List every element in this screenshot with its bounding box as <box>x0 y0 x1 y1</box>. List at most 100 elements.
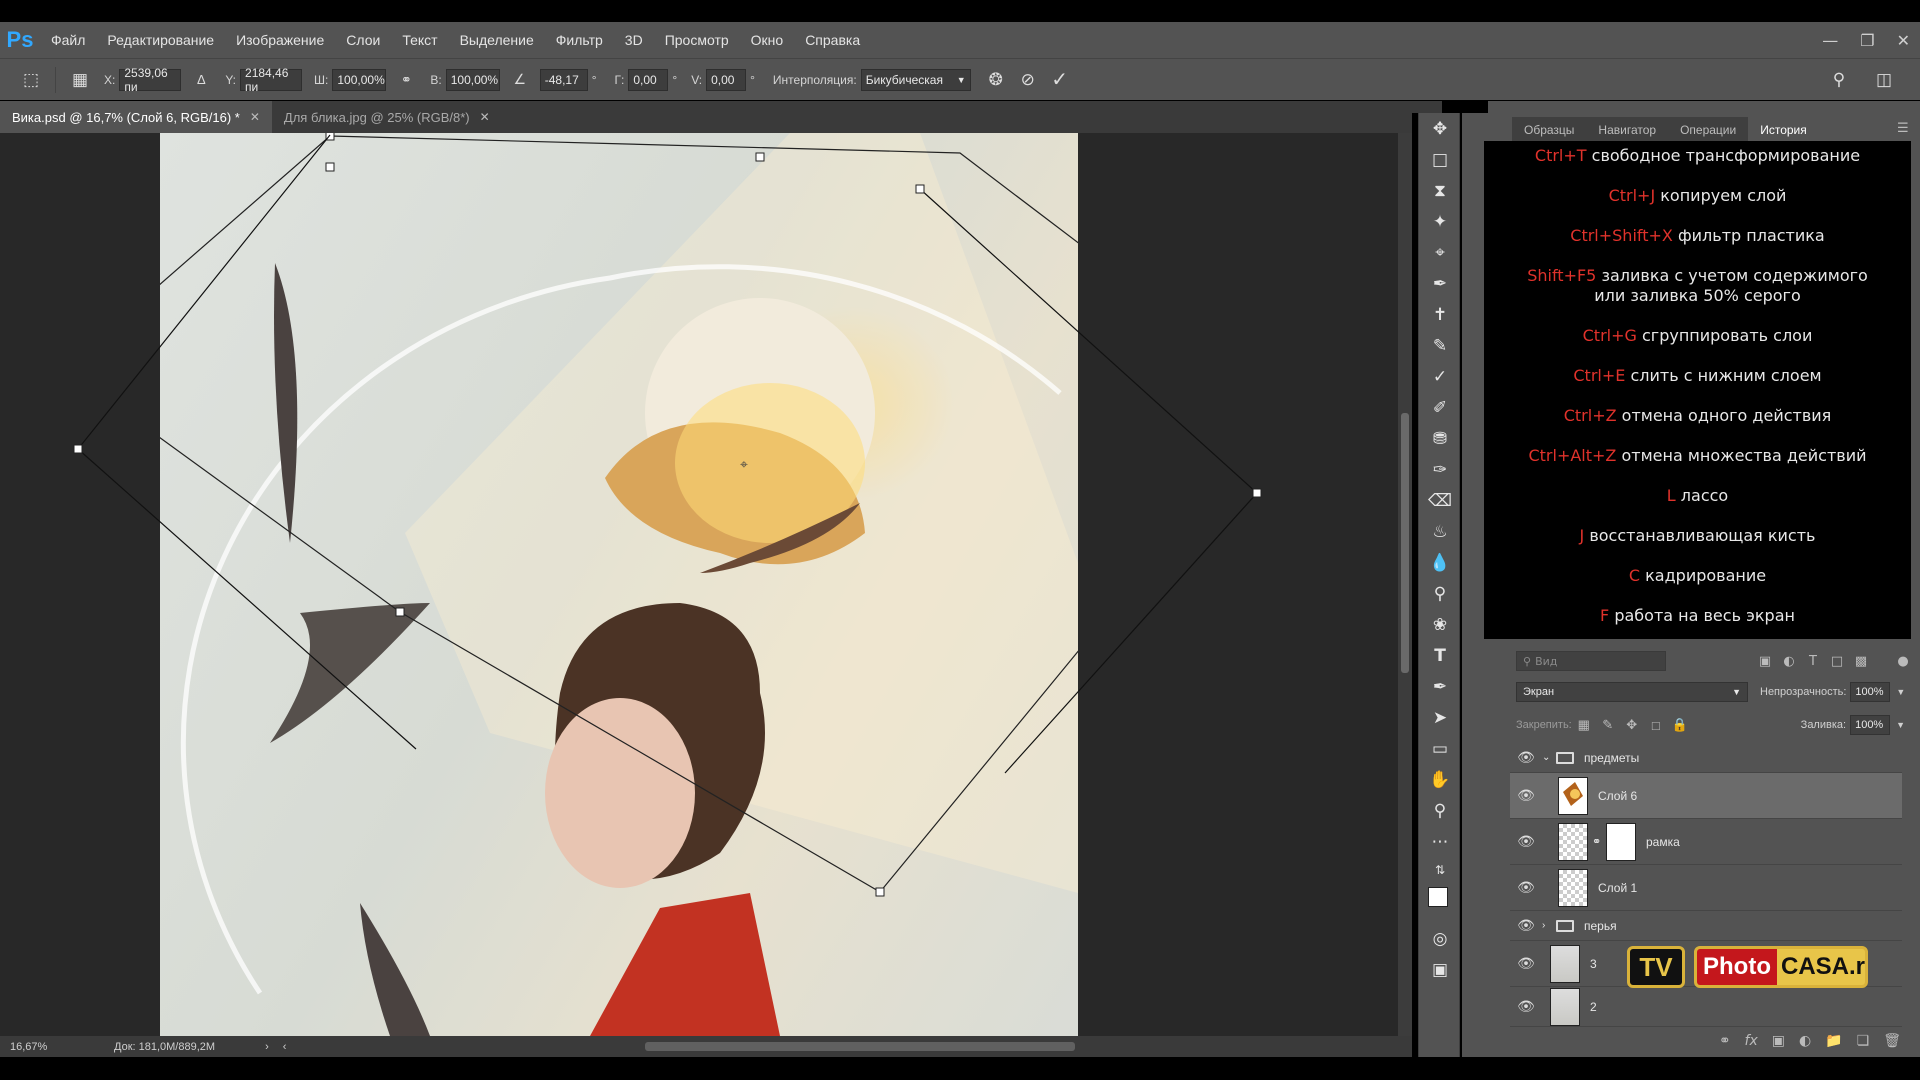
eye-icon[interactable]: 👁 <box>1510 879 1542 896</box>
zoom-level[interactable]: 16,67% <box>10 1041 100 1053</box>
blur-tool-icon[interactable]: 💧 <box>1419 547 1461 578</box>
clone-stamp-icon[interactable]: ✓ <box>1419 361 1461 392</box>
menu-select[interactable]: Выделение <box>449 32 545 48</box>
filter-shape-icon[interactable]: □ <box>1825 654 1849 669</box>
interpolation-select[interactable]: Бикубическая ▼ <box>860 68 971 91</box>
link-layers-icon[interactable]: ⚭ <box>1719 1033 1731 1049</box>
transform-tool-icon[interactable]: ⬚ <box>18 67 44 93</box>
commit-transform-icon[interactable]: ✓ <box>1047 67 1073 93</box>
stamp-icon[interactable]: ⛃ <box>1419 423 1461 454</box>
chevron-down-icon[interactable]: ▼ <box>1896 687 1905 697</box>
lock-artboard-icon[interactable]: □ <box>1644 718 1668 733</box>
hskew-input[interactable]: 0,00 <box>628 68 669 91</box>
eye-icon[interactable]: 👁 <box>1510 749 1542 766</box>
tab-vika-psd[interactable]: Вика.psd @ 16,7% (Слой 6, RGB/16) * ✕ <box>0 101 272 133</box>
minimize-icon[interactable]: — <box>1822 31 1838 50</box>
close-icon[interactable]: ✕ <box>480 110 490 124</box>
foreground-color[interactable] <box>1428 887 1448 907</box>
swap-colors-icon[interactable]: ⇅ <box>1419 857 1461 883</box>
layer-2[interactable]: 👁 2 <box>1510 987 1902 1027</box>
mixer-brush-icon[interactable]: ✑ <box>1419 454 1461 485</box>
layer-ramka[interactable]: 👁 ⚭ рамка <box>1510 819 1902 865</box>
link-icon[interactable]: ⚭ <box>393 67 419 93</box>
restore-icon[interactable]: ❐ <box>1860 31 1874 50</box>
tab-dlya-blika[interactable]: Для блика.jpg @ 25% (RGB/8*) ✕ <box>272 101 502 133</box>
menu-edit[interactable]: Редактирование <box>96 32 225 48</box>
toolbar-collapse[interactable] <box>1412 101 1442 113</box>
x-input[interactable]: 2539,06 пи <box>119 66 182 94</box>
tab-history[interactable]: История <box>1748 117 1819 142</box>
paint-bucket-icon[interactable]: ♨ <box>1419 516 1461 547</box>
tab-actions[interactable]: Операции <box>1668 117 1748 142</box>
lock-pixels-icon[interactable]: ✎ <box>1596 717 1620 733</box>
chevron-down-icon[interactable]: ▼ <box>1896 720 1905 730</box>
chevron-right-icon[interactable]: › <box>1542 920 1556 931</box>
eye-icon[interactable]: 👁 <box>1510 998 1542 1015</box>
layer-filter-select[interactable]: ⚲ Вид <box>1516 651 1666 671</box>
healing-brush-icon[interactable]: ✝ <box>1419 299 1461 330</box>
reference-point-icon[interactable]: ▦ <box>67 67 93 93</box>
chevron-left-icon[interactable]: ‹ <box>283 1041 287 1053</box>
blend-mode-select[interactable]: Экран ▼ <box>1516 682 1748 702</box>
more-tools-icon[interactable]: ⋯ <box>1419 826 1461 857</box>
lasso-tool-icon[interactable]: ⧗ <box>1419 175 1461 206</box>
menu-filter[interactable]: Фильтр <box>545 32 614 48</box>
history-brush-icon[interactable]: ✐ <box>1419 392 1461 423</box>
fill-input[interactable]: 100% <box>1850 715 1891 735</box>
height-input[interactable]: 100,00% <box>445 68 500 91</box>
search-icon[interactable]: ⚲ <box>1826 67 1852 93</box>
new-layer-icon[interactable]: ❏ <box>1857 1033 1870 1049</box>
adjustment-layer-icon[interactable]: ◐ <box>1799 1033 1811 1049</box>
rectangle-tool-icon[interactable]: ▭ <box>1419 733 1461 764</box>
type-tool-icon[interactable]: T <box>1419 640 1461 671</box>
warp-mode-icon[interactable]: ❂ <box>983 67 1009 93</box>
chevron-right-icon[interactable]: › <box>265 1041 269 1053</box>
tab-swatches[interactable]: Образцы <box>1512 117 1586 142</box>
trash-icon[interactable]: 🗑 <box>1883 1033 1901 1049</box>
filter-pixel-icon[interactable]: ▣ <box>1753 654 1777 669</box>
filter-smart-icon[interactable]: ▩ <box>1849 654 1873 669</box>
marquee-tool-icon[interactable]: □ <box>1419 144 1461 175</box>
pen-tool-icon[interactable]: ✒ <box>1419 671 1461 702</box>
lock-all-icon[interactable]: 🔒 <box>1668 717 1692 733</box>
menu-view[interactable]: Просмотр <box>654 32 740 48</box>
menu-window[interactable]: Окно <box>740 32 795 48</box>
new-group-icon[interactable]: 📁 <box>1825 1033 1842 1049</box>
layer-group-perya[interactable]: 👁 › перья <box>1510 911 1902 941</box>
filter-adjustment-icon[interactable]: ◐ <box>1777 654 1801 669</box>
path-select-icon[interactable]: ➤ <box>1419 702 1461 733</box>
scrollbar-thumb[interactable] <box>1401 413 1409 673</box>
sponge-tool-icon[interactable]: ❀ <box>1419 609 1461 640</box>
eye-icon[interactable]: 👁 <box>1510 787 1542 804</box>
crop-tool-icon[interactable]: ⌖ <box>1419 237 1461 268</box>
color-swatches[interactable] <box>1419 883 1461 923</box>
filter-toggle-icon[interactable]: ● <box>1891 654 1915 669</box>
filter-type-icon[interactable]: T <box>1801 654 1825 669</box>
angle-input[interactable]: -48,17 <box>539 68 588 91</box>
canvas-area[interactable]: ⌖ <box>0 133 1398 1036</box>
menu-image[interactable]: Изображение <box>225 32 335 48</box>
document-image[interactable]: ⌖ <box>160 133 1078 1036</box>
link-icon[interactable]: ⚭ <box>1592 835 1606 848</box>
eye-icon[interactable]: 👁 <box>1510 955 1542 972</box>
move-tool-icon[interactable]: ✥ <box>1419 113 1461 144</box>
screen-mode-icon[interactable]: ▣ <box>1419 954 1461 985</box>
horizontal-scrollbar[interactable] <box>645 1042 1075 1051</box>
menu-text[interactable]: Текст <box>391 32 448 48</box>
delta-icon[interactable]: Δ <box>188 67 214 93</box>
dodge-tool-icon[interactable]: ⚲ <box>1419 578 1461 609</box>
eye-icon[interactable]: 👁 <box>1510 833 1542 850</box>
menu-help[interactable]: Справка <box>794 32 871 48</box>
menu-layers[interactable]: Слои <box>335 32 391 48</box>
quick-mask-icon[interactable]: ◎ <box>1419 923 1461 954</box>
opacity-input[interactable]: 100% <box>1850 682 1891 702</box>
panel-menu-icon[interactable]: ☰ <box>1897 121 1909 136</box>
vertical-scrollbar[interactable] <box>1398 133 1412 1036</box>
lock-transparency-icon[interactable]: ▦ <box>1572 717 1596 733</box>
tab-navigator[interactable]: Навигатор <box>1586 117 1668 142</box>
zoom-tool-icon[interactable]: ⚲ <box>1419 795 1461 826</box>
layer-sloy-6[interactable]: 👁 Слой 6 <box>1510 773 1902 819</box>
menu-3d[interactable]: 3D <box>614 32 654 48</box>
width-input[interactable]: 100,00% <box>332 68 387 91</box>
layer-group-predmety[interactable]: 👁 ⌄ предметы <box>1510 743 1902 773</box>
